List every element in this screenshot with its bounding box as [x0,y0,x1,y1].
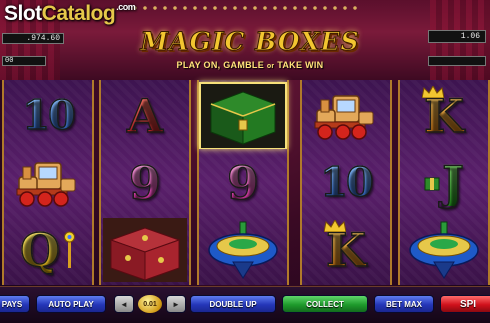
scepter-icon [64,231,76,268]
game-subtitle: PLAY ON, GAMBLE or TAKE WIN [100,60,400,70]
reel-4: 10 K [300,80,392,285]
reel-cell: 9 [101,149,189,216]
symbol-king: K [325,222,366,277]
reel-3: 9 [197,80,289,285]
crown-icon [324,220,346,232]
symbol-ten: 10 [21,91,76,139]
reel-cell: 10 [4,82,92,149]
reel-cell [400,216,488,283]
bet-display: 00 [2,56,46,66]
reel-cell: 10 [302,149,390,216]
symbol-queen: Q [19,222,61,277]
reel-5: K J [398,80,490,285]
symbol-king: K [423,88,464,143]
coin-value-display: 0.01 [138,295,162,313]
symbol-nine: 9 [226,155,260,210]
reel-cell: A [101,82,189,149]
reel-cell: J [400,149,488,216]
symbol-ten: 10 [319,158,374,206]
small-box-icon [424,177,440,190]
toy-train-icon [314,94,374,140]
game-stage: SlotCatalog.com .974.60 00 1.06 MAGIC BO… [0,0,490,323]
bet-max-button[interactable]: BET MAX [374,295,434,313]
watermark-com: .com [116,2,136,12]
coin-decrease-button[interactable]: ◄ [114,295,134,313]
reel-cell [199,82,287,149]
reel-area: 10 Q A 9 9 10 K K J [0,80,490,285]
watermark-slot: Slot [4,2,42,25]
secondary-display [428,56,486,66]
reel-cell: K [400,82,488,149]
watermark-catalog: Catalog [41,2,116,25]
subtitle-part1: PLAY ON, GAMBLE [176,60,267,70]
reel-1: 10 Q [2,80,94,285]
magic-box-green-icon [201,83,285,148]
spinning-top-icon [208,221,278,279]
reel-cell [199,216,287,283]
win-display: 1.06 [428,30,486,43]
reel-cell: Q [4,216,92,283]
auto-play-button[interactable]: AUTO PLAY [36,295,106,313]
spinning-top-icon [409,221,479,279]
subtitle-part3: TAKE WIN [274,60,324,70]
credit-display: .974.60 [2,33,64,44]
symbol-jack: J [441,155,464,210]
control-bar: PAYS AUTO PLAY ◄ 0.01 ► DOUBLE UP COLLEC… [0,286,490,323]
double-up-button[interactable]: DOUBLE UP [190,295,276,313]
minus-icon: ◄ [120,299,128,309]
magic-box-red-icon [103,217,187,282]
toy-train-icon [16,161,76,207]
reel-cell [302,82,390,149]
watermark-logo: SlotCatalog.com [4,2,136,26]
symbol-ace: A [126,88,163,143]
crown-icon [422,86,444,98]
reel-cell: K [302,216,390,283]
pays-button[interactable]: PAYS [0,295,30,313]
spin-button[interactable]: SPI [440,295,490,313]
reel-cell [101,216,189,283]
symbol-nine: 9 [128,155,162,210]
marquee-lights [130,6,360,10]
coin-increase-button[interactable]: ► [166,295,186,313]
collect-button[interactable]: COLLECT [282,295,368,313]
game-title: MAGIC BOXES [140,27,360,57]
reel-cell [4,149,92,216]
game-header: SlotCatalog.com .974.60 00 1.06 MAGIC BO… [0,0,490,80]
reel-2: A 9 [99,80,191,285]
plus-icon: ► [172,299,180,309]
reel-cell: 9 [199,149,287,216]
